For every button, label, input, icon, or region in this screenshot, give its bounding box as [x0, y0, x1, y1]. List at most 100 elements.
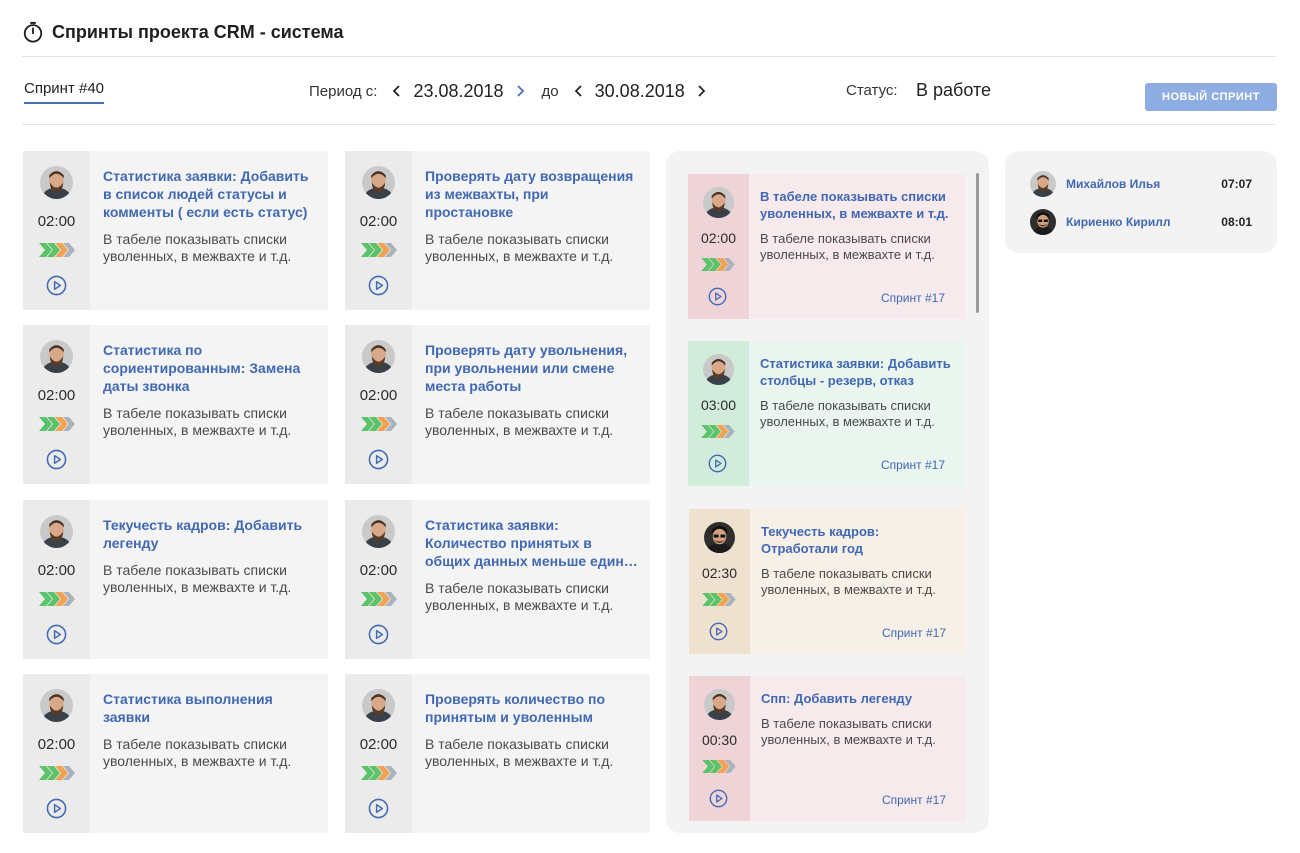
- play-icon[interactable]: [368, 449, 389, 470]
- sprint-task-side: 00:30: [689, 676, 750, 821]
- task-card-body: Статистика заявки: Добавить в список люд…: [90, 151, 328, 310]
- priority-arrows-icon: [361, 243, 397, 257]
- period-label: Период с:: [309, 82, 378, 100]
- priority-arrows-icon: [361, 417, 397, 431]
- task-description: В табеле показывать списки уволенных, в …: [425, 580, 614, 613]
- task-title[interactable]: Текучесть кадров: Добавить легенду: [103, 516, 316, 552]
- play-icon[interactable]: [368, 624, 389, 645]
- status-label: Статус:: [846, 82, 898, 99]
- priority-arrows-icon: [39, 766, 75, 780]
- task-title[interactable]: Проверять количество по принятым и уволе…: [425, 690, 638, 726]
- task-description: В табеле показывать списки уволенных, в …: [760, 398, 935, 429]
- task-card-side: 02:00: [345, 325, 412, 484]
- task-description: В табеле показывать списки уволенных, в …: [761, 716, 936, 747]
- task-title[interactable]: Спп: Добавить легенду: [761, 690, 954, 707]
- sprint-tag[interactable]: Спринт #17: [881, 458, 945, 472]
- task-time: 02:00: [37, 736, 76, 753]
- task-card-side: 02:00: [345, 674, 412, 833]
- play-icon[interactable]: [709, 789, 728, 808]
- task-time: 02:00: [359, 562, 398, 579]
- task-description: В табеле показывать списки уволенных, в …: [103, 405, 292, 438]
- task-time: 02:00: [37, 213, 76, 230]
- avatar: [362, 166, 395, 199]
- task-description: В табеле показывать списки уволенных, в …: [425, 405, 614, 438]
- new-sprint-button[interactable]: НОВЫЙ СПРИНТ: [1145, 83, 1277, 111]
- task-card[interactable]: 02:00 Текучесть кадров: Добавить легенду В…: [23, 500, 328, 659]
- play-icon[interactable]: [368, 275, 389, 296]
- task-time: 02:00: [359, 736, 398, 753]
- task-title[interactable]: В табеле показывать списки уволенных, в …: [760, 188, 953, 222]
- priority-arrows-icon: [701, 258, 735, 271]
- task-card-body: Статистика заявки: Количество принятых в…: [412, 500, 650, 659]
- sprint-task-body: В табеле показывать списки уволенных, в …: [749, 174, 965, 319]
- task-description: В табеле показывать списки уволенных, в …: [425, 231, 614, 264]
- play-icon[interactable]: [46, 275, 67, 296]
- task-description: В табеле показывать списки уволенных, в …: [425, 736, 614, 769]
- avatar: [703, 354, 734, 385]
- task-title[interactable]: Проверять дату возвращения из межвахты, …: [425, 167, 638, 221]
- task-card-side: 02:00: [345, 151, 412, 310]
- date-to[interactable]: 30.08.2018: [595, 81, 685, 102]
- sprint-task-card[interactable]: 02:00 В табеле показывать списки уволенны…: [688, 174, 965, 319]
- task-title[interactable]: Проверять дату увольнения, при увольнени…: [425, 341, 638, 395]
- user-row[interactable]: Михайлов Илья 07:07: [1030, 171, 1252, 197]
- date-from[interactable]: 23.08.2018: [413, 81, 503, 102]
- toolbar-divider: [22, 124, 1276, 125]
- sprint-tag[interactable]: Спринт #17: [882, 626, 946, 640]
- task-card-side: 02:00: [23, 500, 90, 659]
- task-description: В табеле показывать списки уволенных, в …: [103, 562, 292, 595]
- task-card[interactable]: 02:00 Проверять дату увольнения, при увол…: [345, 325, 650, 484]
- task-card-body: Текучесть кадров: Добавить легенду В табе…: [90, 500, 328, 659]
- sprint-tab[interactable]: Спринт #40: [24, 80, 105, 104]
- sprint-task-card[interactable]: 03:00 Статистика заявки: Добавить столбцы…: [688, 341, 965, 486]
- task-card[interactable]: 02:00 Проверять количество по принятым и …: [345, 674, 650, 833]
- task-card[interactable]: 02:00 Статистика заявки: Добавить в списо…: [23, 151, 328, 310]
- play-icon[interactable]: [46, 624, 67, 645]
- task-time: 02:30: [701, 565, 738, 581]
- task-title[interactable]: Статистика по сориентированным: Замена д…: [103, 341, 316, 395]
- priority-arrows-icon: [39, 243, 75, 257]
- play-icon[interactable]: [46, 449, 67, 470]
- play-icon[interactable]: [708, 287, 727, 306]
- task-card[interactable]: 02:00 Статистика выполнения заявки В табел…: [23, 674, 328, 833]
- date-to-prev-icon[interactable]: [569, 81, 589, 101]
- avatar: [40, 166, 73, 199]
- page-header: Спринты проекта CRM - система: [22, 18, 343, 46]
- avatar: [704, 522, 735, 553]
- task-title[interactable]: Статистика выполнения заявки: [103, 690, 316, 726]
- date-from-next-icon[interactable]: [510, 81, 530, 101]
- task-card[interactable]: 02:00 Статистика заявки: Количество приня…: [345, 500, 650, 659]
- user-name: Кириенко Кирилл: [1066, 215, 1171, 229]
- task-card[interactable]: 02:00 Статистика по сориентированным: Зам…: [23, 325, 328, 484]
- date-from-prev-icon[interactable]: [387, 81, 407, 101]
- play-icon[interactable]: [46, 798, 67, 819]
- priority-arrows-icon: [39, 592, 75, 606]
- sprint-tag[interactable]: Спринт #17: [881, 291, 945, 305]
- avatar: [362, 515, 395, 548]
- task-time: 02:00: [359, 213, 398, 230]
- task-title[interactable]: Статистика заявки: Добавить в список люд…: [103, 167, 316, 221]
- priority-arrows-icon: [361, 592, 397, 606]
- task-title[interactable]: Статистика заявки: Добавить столбцы - ре…: [760, 355, 953, 389]
- task-card[interactable]: 02:00 Проверять дату возвращения из межва…: [345, 151, 650, 310]
- status-value[interactable]: В работе: [916, 80, 991, 101]
- sprint-task-card[interactable]: 02:30 Текучесть кадров: Отработали год В т…: [689, 509, 966, 654]
- sprint-task-card[interactable]: 00:30 Спп: Добавить легенду В табеле показ…: [689, 676, 966, 821]
- user-row[interactable]: Кириенко Кирилл 08:01: [1030, 209, 1252, 235]
- play-icon[interactable]: [368, 798, 389, 819]
- avatar: [704, 689, 735, 720]
- date-to-next-icon[interactable]: [691, 81, 711, 101]
- task-card-body: Проверять дату увольнения, при увольнени…: [412, 325, 650, 484]
- play-icon[interactable]: [708, 454, 727, 473]
- play-icon[interactable]: [709, 622, 728, 641]
- sprint-tag[interactable]: Спринт #17: [882, 793, 946, 807]
- user-name: Михайлов Илья: [1066, 177, 1161, 191]
- sprint-panel-scrollbar[interactable]: [976, 173, 979, 313]
- task-card-side: 02:00: [23, 151, 90, 310]
- task-card-side: 02:00: [23, 674, 90, 833]
- task-title[interactable]: Текучесть кадров: Отработали год: [761, 523, 954, 557]
- avatar: [362, 340, 395, 373]
- task-title[interactable]: Статистика заявки: Количество принятых в…: [425, 516, 638, 570]
- header-divider: [22, 56, 1276, 57]
- sprint-task-body: Статистика заявки: Добавить столбцы - ре…: [749, 341, 965, 486]
